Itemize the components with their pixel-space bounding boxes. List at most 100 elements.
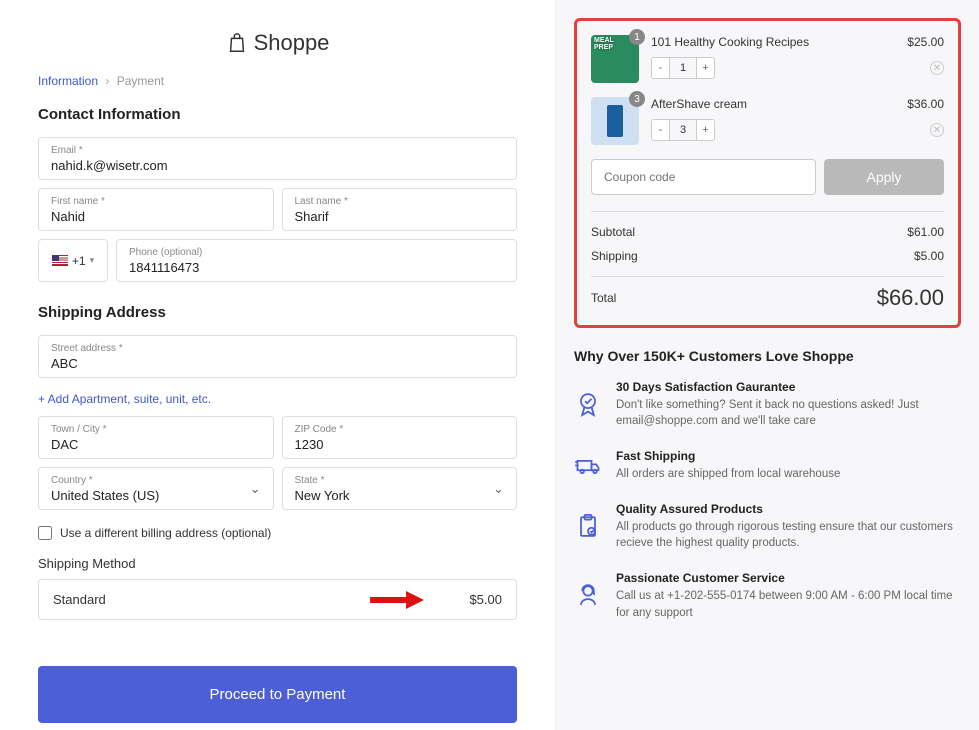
country-value: United States (US) [51,488,159,503]
feature-body: Call us at +1-202-555-0174 between 9:00 … [616,588,961,620]
shipping-value: $5.00 [914,249,944,263]
phone-label: Phone (optional) [129,247,504,258]
country-code-select[interactable]: +1 ▾ [38,239,108,282]
contact-heading: Contact Information [38,106,517,123]
shipping-method-option[interactable]: Standard $5.00 [38,579,517,620]
breadcrumb-payment: Payment [117,74,164,88]
first-name-label: First name * [51,196,261,207]
country-select[interactable]: Country * United States (US) ⌄ [38,467,274,510]
product-thumbnail: 3 [591,97,639,145]
email-field[interactable]: Email * [38,137,517,180]
remove-item-button[interactable]: ✕ [930,123,944,137]
shipping-heading: Shipping Address [38,304,517,321]
different-billing-checkbox-row[interactable]: Use a different billing address (optiona… [38,526,517,540]
add-apartment-link[interactable]: + Add Apartment, suite, unit, etc. [38,392,211,406]
first-name-input[interactable] [51,209,261,224]
quantity-stepper: - 3 + [651,119,715,141]
proceed-to-payment-button[interactable]: Proceed to Payment [38,666,517,723]
street-field[interactable]: Street address * [38,335,517,378]
city-input[interactable] [51,437,261,452]
logo: Shoppe [38,30,517,56]
feature-quality: Quality Assured Products All products go… [574,502,961,551]
feature-body: All orders are shipped from local wareho… [616,466,840,482]
zip-input[interactable] [295,437,505,452]
increment-button[interactable]: + [696,58,714,78]
decrement-button[interactable]: - [652,58,670,78]
last-name-label: Last name * [295,196,505,207]
feature-title: 30 Days Satisfaction Gaurantee [616,380,961,394]
coupon-input[interactable] [591,159,816,195]
city-field[interactable]: Town / City * [38,416,274,459]
first-name-field[interactable]: First name * [38,188,274,231]
email-input[interactable] [51,158,504,173]
city-label: Town / City * [51,424,261,435]
feature-shipping: Fast Shipping All orders are shipped fro… [574,449,961,482]
quantity-badge: 3 [629,91,645,107]
zip-label: ZIP Code * [295,424,505,435]
country-code-value: +1 [72,254,86,268]
shipping-method-price: $5.00 [469,592,502,607]
remove-item-button[interactable]: ✕ [930,61,944,75]
feature-guarantee: 30 Days Satisfaction Gaurantee Don't lik… [574,380,961,429]
subtotal-value: $61.00 [907,225,944,239]
last-name-field[interactable]: Last name * [282,188,518,231]
chevron-down-icon: ⌄ [493,481,504,497]
subtotal-label: Subtotal [591,225,635,239]
feature-title: Quality Assured Products [616,502,961,516]
product-thumbnail: MEALPREP 1 [591,35,639,83]
state-label: State * [295,475,505,486]
shipping-method-name: Standard [53,592,106,607]
country-label: Country * [51,475,261,486]
logo-text: Shoppe [254,30,330,56]
arrow-icon [370,589,424,611]
breadcrumb: Information › Payment [38,74,517,88]
breadcrumb-information[interactable]: Information [38,74,98,88]
street-input[interactable] [51,356,504,371]
award-icon [574,380,602,429]
phone-input[interactable] [129,260,504,275]
total-label: Total [591,291,616,305]
why-heading: Why Over 150K+ Customers Love Shoppe [574,348,961,364]
state-value: New York [295,488,350,503]
feature-body: Don't like something? Sent it back no qu… [616,397,961,429]
divider [591,211,944,212]
chevron-right-icon: › [105,74,109,88]
different-billing-checkbox[interactable] [38,526,52,540]
quantity-stepper: - 1 + [651,57,715,79]
product-title: AfterShave cream [651,97,944,111]
feature-support: Passionate Customer Service Call us at +… [574,571,961,620]
increment-button[interactable]: + [696,120,714,140]
chevron-down-icon: ⌄ [250,481,261,497]
quantity-badge: 1 [629,29,645,45]
street-label: Street address * [51,343,504,354]
cart-summary: MEALPREP 1 101 Healthy Cooking Recipes -… [574,18,961,328]
zip-field[interactable]: ZIP Code * [282,416,518,459]
chevron-down-icon: ▾ [90,255,95,266]
flag-icon [52,255,68,266]
feature-title: Fast Shipping [616,449,840,463]
feature-title: Passionate Customer Service [616,571,961,585]
cart-item: 3 AfterShave cream - 3 + $36.00 ✕ [591,97,944,145]
decrement-button[interactable]: - [652,120,670,140]
clipboard-check-icon [574,502,602,551]
phone-field[interactable]: Phone (optional) [116,239,517,282]
bag-icon [226,32,248,54]
feature-body: All products go through rigorous testing… [616,519,961,551]
apply-coupon-button[interactable]: Apply [824,159,944,195]
quantity-value: 1 [670,58,696,78]
product-price: $25.00 [907,35,944,49]
last-name-input[interactable] [295,209,505,224]
different-billing-label: Use a different billing address (optiona… [60,526,271,540]
total-value: $66.00 [877,285,944,311]
truck-icon [574,449,602,482]
product-title: 101 Healthy Cooking Recipes [651,35,944,49]
quantity-value: 3 [670,120,696,140]
shipping-label: Shipping [591,249,638,263]
product-price: $36.00 [907,97,944,111]
cart-item: MEALPREP 1 101 Healthy Cooking Recipes -… [591,35,944,83]
email-label: Email * [51,145,504,156]
headset-icon [574,571,602,620]
divider [591,276,944,277]
state-select[interactable]: State * New York ⌄ [282,467,518,510]
shipping-method-heading: Shipping Method [38,556,517,571]
